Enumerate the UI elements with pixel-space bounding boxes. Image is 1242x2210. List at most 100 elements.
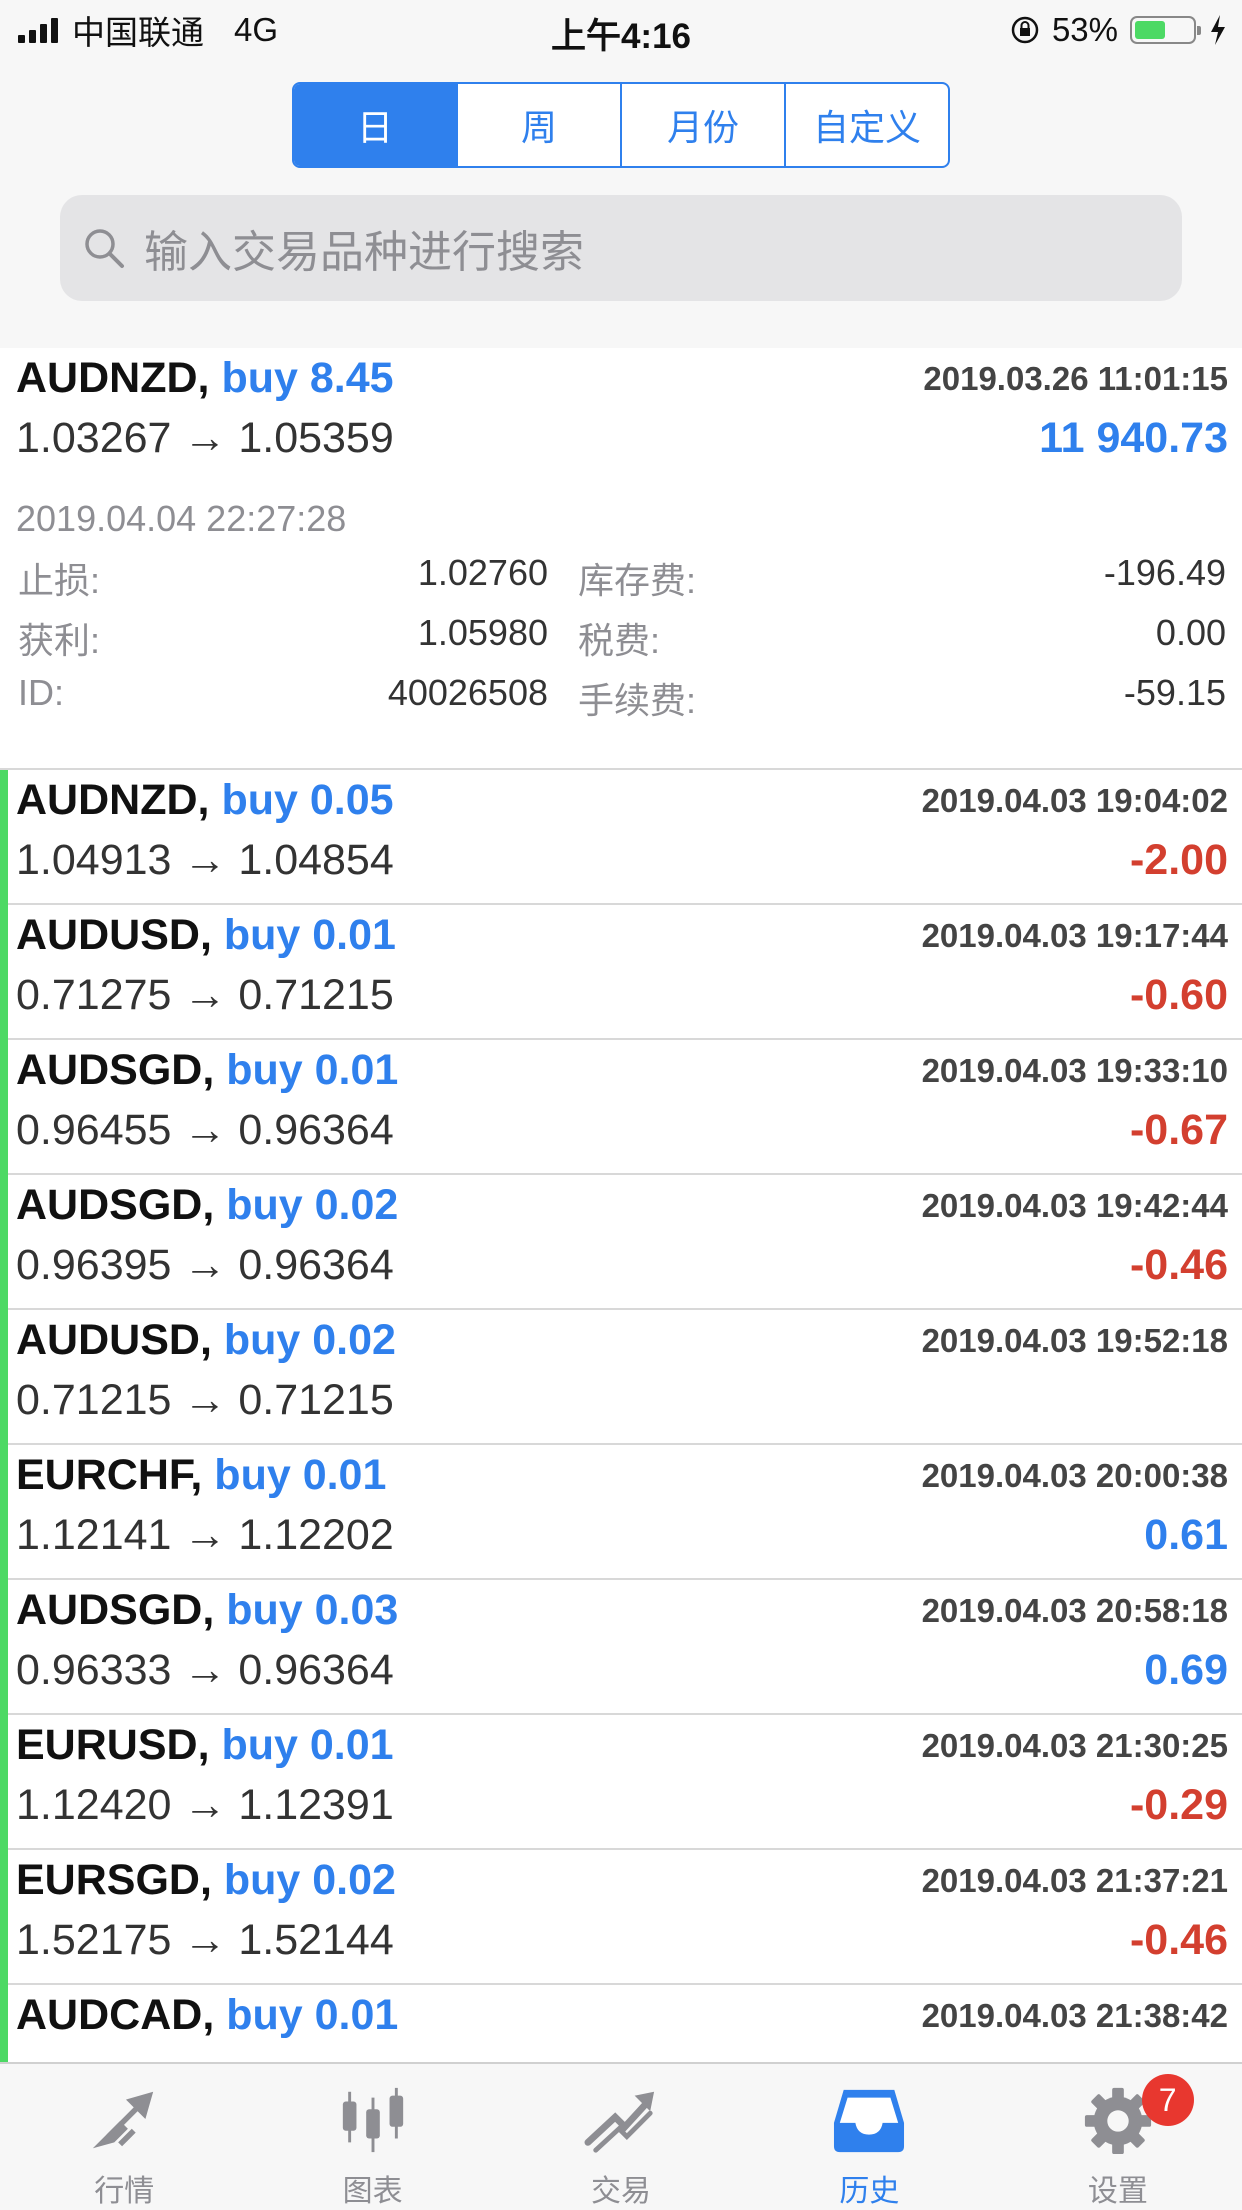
notification-badge: 7 (1141, 2074, 1194, 2126)
price-range: 1.12141 → 1.12202 (16, 1511, 394, 1559)
open-time: 2019.03.26 11:01:15 (923, 360, 1228, 397)
trade-time: 2019.04.03 19:04:02 (921, 782, 1228, 819)
symbol: EURSGD, (16, 1856, 212, 1904)
price-range: 1.12420 → 1.12391 (16, 1781, 394, 1829)
tab-label: 设置 (1087, 2175, 1148, 2208)
trade-row[interactable]: AUDNZD, buy 0.05 2019.04.03 19:04:02 1.0… (0, 770, 1242, 905)
symbol: EURCHF, (16, 1451, 203, 1499)
status-bar: 中国联通 4G 上午4:16 53% (0, 0, 1242, 60)
trade-side: buy 0.02 (223, 1316, 396, 1364)
trade-side: buy 0.01 (223, 911, 396, 959)
profit: -0.46 (1129, 1916, 1228, 1964)
tab-label: 图表 (342, 2175, 403, 2208)
profit: -0.67 (1129, 1106, 1228, 1154)
history-icon (834, 2089, 905, 2153)
trade-time: 2019.04.03 19:52:18 (921, 1322, 1228, 1359)
segment-custom[interactable]: 自定义 (786, 84, 948, 166)
trade-time: 2019.04.03 19:17:44 (921, 917, 1228, 954)
trade-side: buy 0.01 (226, 1991, 399, 2039)
trade-time: 2019.04.03 20:58:18 (921, 1592, 1228, 1629)
price-range: 0.96455 → 0.96364 (16, 1106, 394, 1154)
trade-side: buy 0.01 (221, 1721, 394, 1769)
rotation-lock-icon (1011, 16, 1039, 44)
symbol: AUDNZD, (16, 776, 210, 824)
trade-side: buy 0.03 (226, 1586, 399, 1634)
chart-icon (342, 2087, 403, 2153)
history-list: AUDNZD, buy 8.45 2019.03.26 11:01:15 1.0… (0, 348, 1242, 2067)
tab-chart[interactable]: 图表 (248, 2064, 496, 2210)
trade-side: buy 0.02 (226, 1181, 399, 1229)
tab-settings[interactable]: 设置 7 (994, 2064, 1242, 2210)
search-icon (85, 229, 124, 268)
price-range: 0.96333 → 0.96364 (16, 1646, 394, 1694)
tab-history[interactable]: 历史 (745, 2064, 993, 2210)
trade-row[interactable]: AUDSGD, buy 0.03 2019.04.03 20:58:18 0.9… (0, 1580, 1242, 1715)
search-input[interactable]: 输入交易品种进行搜索 (60, 195, 1182, 301)
trade-side: buy 0.01 (214, 1451, 387, 1499)
swap-value: -196.49 (1103, 552, 1226, 593)
trade-side: buy 0.05 (221, 776, 394, 824)
tab-quotes[interactable]: 行情 (0, 2064, 248, 2210)
tab-trade[interactable]: 交易 (497, 2064, 745, 2210)
profit: -0.29 (1129, 1781, 1228, 1829)
take-profit-label: 获利: (18, 620, 101, 661)
battery-icon (1130, 16, 1201, 44)
tab-label: 历史 (839, 2175, 900, 2208)
symbol: AUDSGD, (16, 1046, 215, 1094)
search-placeholder: 输入交易品种进行搜索 (144, 228, 584, 277)
price-range: 0.96395 → 0.96364 (16, 1241, 394, 1289)
profit: -0.60 (1129, 971, 1228, 1019)
trade-row[interactable]: AUDUSD, buy 0.02 2019.04.03 19:52:18 0.7… (0, 1310, 1242, 1445)
trade-side: buy 0.01 (226, 1046, 399, 1094)
trade-row[interactable]: AUDSGD, buy 0.01 2019.04.03 19:33:10 0.9… (0, 1040, 1242, 1175)
segment-day[interactable]: 日 (294, 84, 458, 166)
trade-row[interactable]: EURSGD, buy 0.02 2019.04.03 21:37:21 1.5… (0, 1850, 1242, 1985)
period-segmented-control: 日 周 月份 自定义 (292, 82, 950, 168)
trade-row[interactable]: AUDCAD, buy 0.01 2019.04.03 21:38:42 (0, 1985, 1242, 2067)
price-range: 0.71215 → 0.71215 (16, 1376, 394, 1424)
swap-label: 库存费: (578, 560, 697, 601)
symbol: AUDUSD, (16, 911, 212, 959)
tab-label: 行情 (94, 2175, 155, 2208)
profit: 0.69 (1144, 1646, 1228, 1694)
tax-value: 0.00 (1155, 612, 1226, 653)
symbol: EURUSD, (16, 1721, 210, 1769)
trade-row[interactable]: EURCHF, buy 0.01 2019.04.03 20:00:38 1.1… (0, 1445, 1242, 1580)
segment-week[interactable]: 周 (458, 84, 622, 166)
expanded-position-card[interactable]: AUDNZD, buy 8.45 2019.03.26 11:01:15 1.0… (0, 348, 1242, 770)
bottom-tab-bar: 行情 图表 交易 历史 设置 7 (0, 2062, 1242, 2210)
segment-month[interactable]: 月份 (622, 84, 786, 166)
trade-row[interactable]: EURUSD, buy 0.01 2019.04.03 21:30:25 1.1… (0, 1715, 1242, 1850)
stop-loss-label: 止损: (18, 560, 101, 601)
price-range: 1.03267 → 1.05359 (16, 414, 394, 462)
price-range: 1.04913 → 1.04854 (16, 836, 394, 884)
symbol: AUDNZD, (16, 354, 210, 402)
symbol: AUDUSD, (16, 1316, 212, 1364)
trade-row[interactable]: AUDSGD, buy 0.02 2019.04.03 19:42:44 0.9… (0, 1175, 1242, 1310)
quotes-icon (93, 2091, 154, 2149)
charging-icon (1211, 15, 1225, 45)
symbol: AUDSGD, (16, 1181, 215, 1229)
profit: 11 940.73 (1039, 414, 1228, 462)
commission-label: 手续费: (578, 680, 697, 721)
tab-label: 交易 (591, 2175, 652, 2208)
battery-percent: 53% (1051, 11, 1118, 48)
trade-side: buy 8.45 (221, 354, 394, 402)
trade-time: 2019.04.03 19:42:44 (921, 1187, 1228, 1224)
trade-icon (584, 2091, 655, 2153)
symbol: AUDCAD, (16, 1991, 215, 2039)
trade-side: buy 0.02 (223, 1856, 396, 1904)
id-value: 40026508 (387, 672, 548, 713)
price-range: 1.52175 → 1.52144 (16, 1916, 394, 1964)
profit: 0.61 (1144, 1511, 1228, 1559)
id-label: ID: (18, 672, 65, 713)
symbol: AUDSGD, (16, 1586, 215, 1634)
trade-time: 2019.04.03 19:33:10 (921, 1052, 1228, 1089)
close-time: 2019.04.04 22:27:28 (16, 498, 347, 539)
profit: -0.46 (1129, 1241, 1228, 1289)
trade-time: 2019.04.03 21:38:42 (921, 1997, 1228, 2034)
take-profit-value: 1.05980 (417, 612, 548, 653)
profit: -2.00 (1129, 836, 1228, 884)
price-range: 0.71275 → 0.71215 (16, 971, 394, 1019)
trade-row[interactable]: AUDUSD, buy 0.01 2019.04.03 19:17:44 0.7… (0, 905, 1242, 1040)
